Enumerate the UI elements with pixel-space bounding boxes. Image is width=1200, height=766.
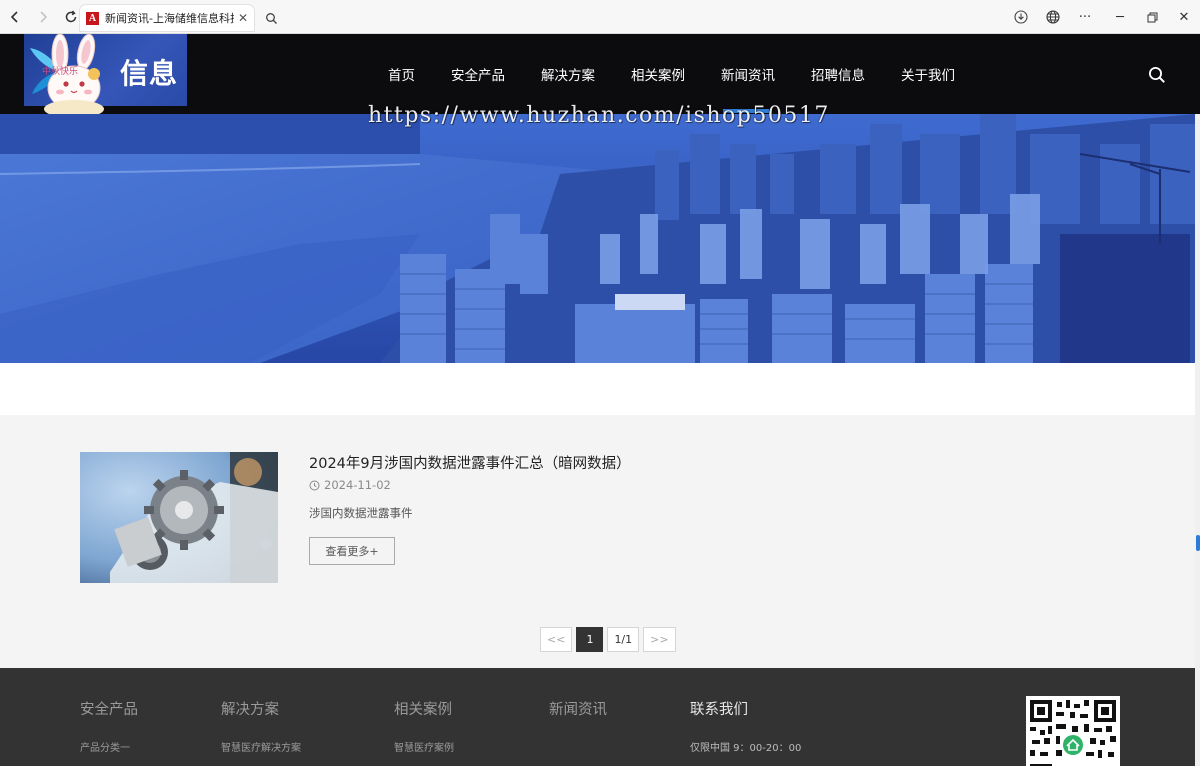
news-date: 2024-11-02 bbox=[309, 478, 391, 492]
browser-tab[interactable]: A 新闻资讯-上海储维信息科技有限公司 ✕ bbox=[80, 5, 254, 31]
site-header: 信息 中秋快乐 首页 安全产品 解决方案 相关案例 新闻资讯 招聘信息 关于我们 bbox=[0, 34, 1200, 118]
nav-item-about[interactable]: 关于我们 bbox=[901, 64, 955, 84]
back-icon[interactable] bbox=[2, 4, 28, 30]
news-list-section: 2024年9月涉国内数据泄露事件汇总（暗网数据） 2024-11-02 涉国内数… bbox=[0, 415, 1195, 668]
download-icon[interactable] bbox=[1008, 4, 1034, 30]
nav-item-solutions[interactable]: 解决方案 bbox=[541, 64, 595, 84]
nav-item-security-products[interactable]: 安全产品 bbox=[451, 64, 505, 84]
qr-code bbox=[1026, 696, 1120, 766]
logo-text: 信息 bbox=[120, 57, 179, 90]
footer-heading: 联系我们 bbox=[690, 702, 748, 718]
clock-icon bbox=[309, 480, 320, 490]
page-number-button[interactable]: 1 bbox=[576, 627, 604, 652]
forward-icon[interactable] bbox=[30, 4, 56, 30]
footer-heading[interactable]: 相关案例 bbox=[394, 698, 454, 719]
scrollbar-thumb[interactable] bbox=[1196, 535, 1200, 551]
pagination: << 1 1/1 >> bbox=[540, 627, 680, 652]
footer-col-contact: 联系我们 仅限中国 9：00-20：00 bbox=[690, 698, 801, 754]
browser-window-controls: ··· ─ ✕ bbox=[1007, 0, 1200, 34]
nav-item-news[interactable]: 新闻资讯 bbox=[721, 64, 775, 84]
footer-col-news: 新闻资讯 bbox=[549, 698, 607, 719]
page-scrollbar[interactable] bbox=[1195, 114, 1200, 766]
content-spacer bbox=[0, 363, 1195, 415]
site-footer: 安全产品 产品分类一 解决方案 智慧医疗解决方案 相关案例 智慧医疗案例 新闻资… bbox=[0, 668, 1200, 766]
bunny-greeting-text: 中秋快乐 bbox=[42, 65, 78, 77]
mid-autumn-bunny-icon: 中秋快乐 bbox=[42, 34, 104, 118]
footer-contact-hours: 仅限中国 9：00-20：00 bbox=[690, 743, 802, 754]
footer-heading[interactable]: 新闻资讯 bbox=[549, 698, 607, 719]
more-options-icon[interactable]: ··· bbox=[1072, 4, 1098, 30]
gear-machine-image bbox=[80, 452, 278, 583]
footer-col-products: 安全产品 产品分类一 bbox=[80, 698, 138, 754]
search-icon[interactable] bbox=[1148, 66, 1166, 84]
footer-col-cases: 相关案例 智慧医疗案例 bbox=[394, 698, 454, 754]
globe-icon[interactable] bbox=[1040, 4, 1066, 30]
tab-search-icon[interactable] bbox=[258, 5, 284, 31]
news-description: 涉国内数据泄露事件 bbox=[309, 506, 413, 520]
close-icon[interactable]: ✕ bbox=[238, 11, 248, 25]
footer-heading[interactable]: 解决方案 bbox=[221, 698, 301, 719]
window-close-icon[interactable]: ✕ bbox=[1168, 4, 1200, 30]
minimize-icon[interactable]: ─ bbox=[1104, 4, 1136, 30]
tab-title: 新闻资讯-上海储维信息科技有限公司 bbox=[105, 12, 234, 25]
news-thumbnail[interactable] bbox=[80, 452, 278, 583]
page-count: 1/1 bbox=[607, 627, 640, 652]
footer-link[interactable]: 智慧医疗案例 bbox=[394, 739, 454, 754]
hero-banner bbox=[0, 114, 1195, 363]
news-title[interactable]: 2024年9月涉国内数据泄露事件汇总（暗网数据） bbox=[309, 452, 631, 473]
restore-icon[interactable] bbox=[1136, 4, 1168, 30]
qr-code-icon bbox=[1030, 700, 1116, 766]
footer-link[interactable]: 智慧医疗解决方案 bbox=[221, 739, 301, 754]
watermark-url: https://www.huzhan.com/ishop50517 bbox=[368, 103, 830, 128]
site-favicon-icon: A bbox=[86, 11, 99, 25]
prev-page-button[interactable]: << bbox=[540, 627, 573, 652]
main-nav: 首页 安全产品 解决方案 相关案例 新闻资讯 招聘信息 关于我们 bbox=[370, 34, 973, 114]
footer-heading[interactable]: 安全产品 bbox=[80, 698, 138, 719]
footer-link[interactable]: 产品分类一 bbox=[80, 739, 138, 754]
next-page-button[interactable]: >> bbox=[643, 627, 676, 652]
news-date-text: 2024-11-02 bbox=[324, 478, 391, 492]
footer-col-solutions: 解决方案 智慧医疗解决方案 bbox=[221, 698, 301, 754]
nav-item-recruitment[interactable]: 招聘信息 bbox=[811, 64, 865, 84]
nav-item-cases[interactable]: 相关案例 bbox=[631, 64, 685, 84]
nav-item-home[interactable]: 首页 bbox=[388, 64, 415, 84]
city-skyline-image bbox=[0, 114, 1195, 363]
view-more-button[interactable]: 查看更多+ bbox=[309, 537, 395, 565]
